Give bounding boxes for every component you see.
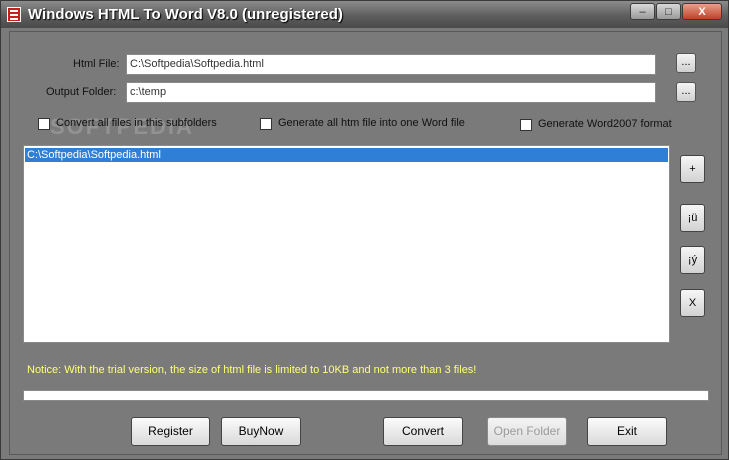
convert-subfolders-checkbox[interactable] <box>38 118 50 130</box>
html-file-label: Html File: <box>73 58 120 70</box>
progress-bar <box>23 390 709 401</box>
move-up-button[interactable]: ¡ü <box>680 204 705 232</box>
browse-html-button[interactable]: ... <box>676 53 696 73</box>
trial-notice: Notice: With the trial version, the size… <box>27 364 477 376</box>
list-item[interactable]: C:\Softpedia\Softpedia.html <box>25 148 668 162</box>
app-window: Windows HTML To Word V8.0 (unregistered)… <box>0 0 729 460</box>
file-list[interactable]: C:\Softpedia\Softpedia.html <box>23 145 670 343</box>
move-down-button[interactable]: ¡ý <box>680 246 705 274</box>
word2007-label: Generate Word2007 format <box>538 118 672 130</box>
buynow-button[interactable]: BuyNow <box>221 417 301 446</box>
minimize-button[interactable]: – <box>630 3 655 20</box>
maximize-button[interactable]: □ <box>656 3 681 20</box>
remove-file-button[interactable]: X <box>680 289 705 317</box>
one-word-file-label: Generate all htm file into one Word file <box>278 117 465 129</box>
exit-button[interactable]: Exit <box>587 417 667 446</box>
open-folder-button[interactable]: Open Folder <box>487 417 567 446</box>
title-bar[interactable]: Windows HTML To Word V8.0 (unregistered)… <box>1 1 728 28</box>
one-word-file-checkbox[interactable] <box>260 118 272 130</box>
app-icon <box>7 7 21 22</box>
output-folder-input[interactable]: c:\temp <box>126 82 656 103</box>
word2007-checkbox[interactable] <box>520 119 532 131</box>
convert-subfolders-label: Convert all files in this subfolders <box>56 117 217 129</box>
register-button[interactable]: Register <box>131 417 210 446</box>
browse-folder-button[interactable]: ... <box>676 82 696 102</box>
close-button[interactable]: X <box>682 3 722 20</box>
window-title: Windows HTML To Word V8.0 (unregistered) <box>28 6 343 23</box>
output-folder-label: Output Folder: <box>46 86 117 98</box>
convert-button[interactable]: Convert <box>383 417 463 446</box>
add-file-button[interactable]: + <box>680 155 705 183</box>
html-file-input[interactable]: C:\Softpedia\Softpedia.html <box>126 54 656 75</box>
